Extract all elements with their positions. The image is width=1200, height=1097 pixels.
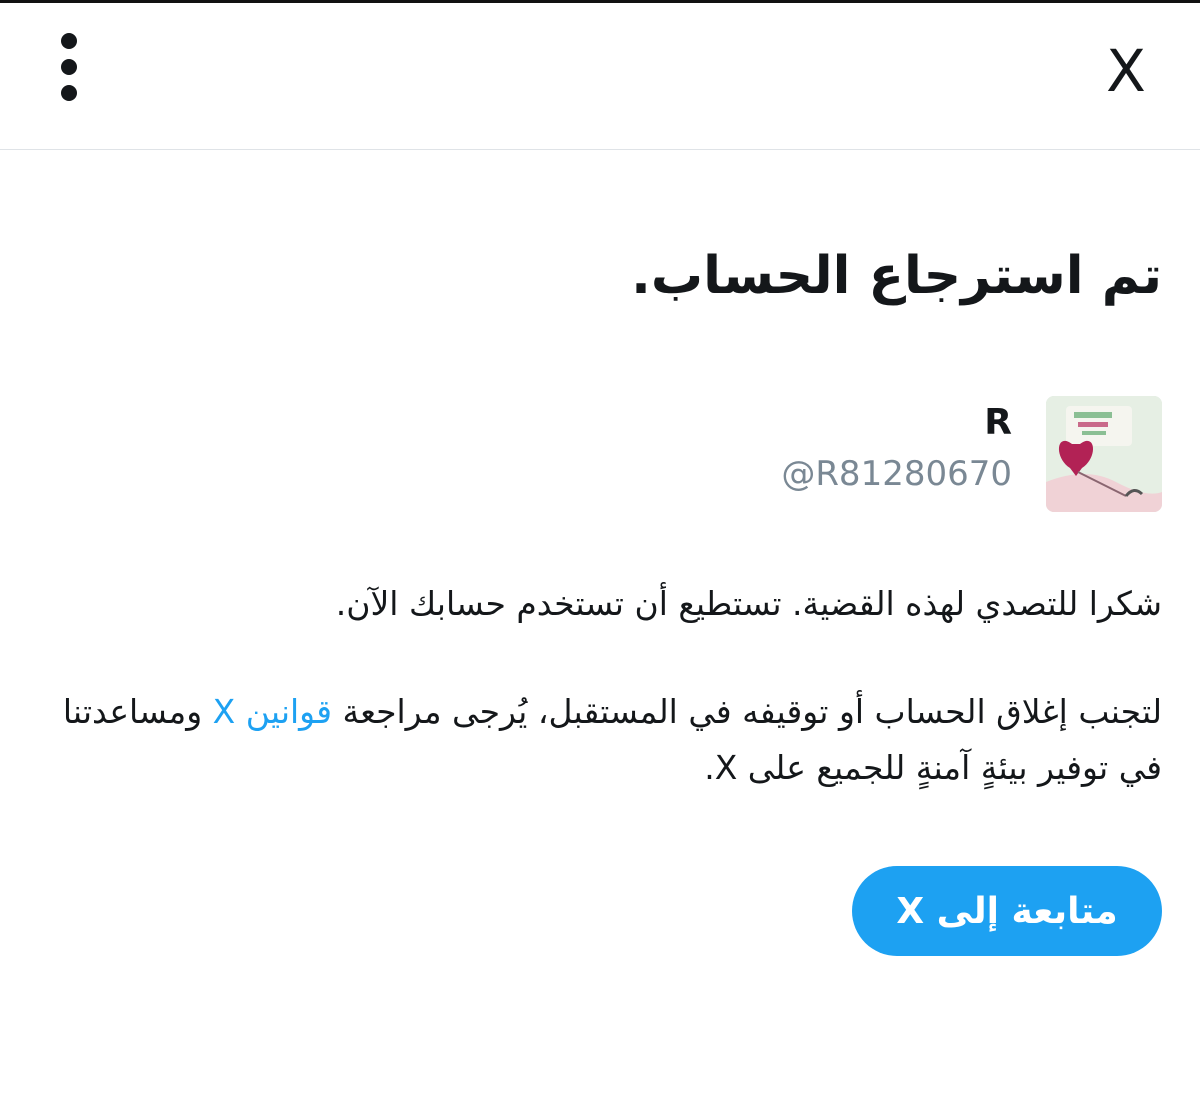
account-name: R: [984, 402, 1012, 443]
x-rules-link[interactable]: قوانين X: [213, 692, 332, 731]
close-icon[interactable]: X: [1096, 31, 1156, 111]
account-card: R @R81280670: [662, 396, 1162, 516]
more-dot: [61, 85, 77, 101]
account-handle: @R81280670: [781, 454, 1012, 494]
more-options-icon[interactable]: [44, 33, 94, 103]
account-restored-screen: X تم استرجاع الحساب. R @R81280670 شكرا ل…: [0, 0, 1200, 1097]
rules-message-before: لتجنب إغلاق الحساب أو توقيفه في المستقبل…: [332, 692, 1163, 731]
page-title: تم استرجاع الحساب.: [631, 246, 1162, 306]
confirmation-message: شكرا للتصدي لهذه القضية. تستطيع أن تستخد…: [335, 584, 1162, 623]
header-bar: X: [0, 3, 1200, 150]
continue-to-x-button[interactable]: متابعة إلى X: [852, 866, 1162, 956]
rules-message: لتجنب إغلاق الحساب أو توقيفه في المستقبل…: [40, 684, 1162, 796]
more-dot: [61, 59, 77, 75]
avatar: [1046, 396, 1162, 512]
more-dot: [61, 33, 77, 49]
avatar-image-icon: [1046, 396, 1162, 512]
